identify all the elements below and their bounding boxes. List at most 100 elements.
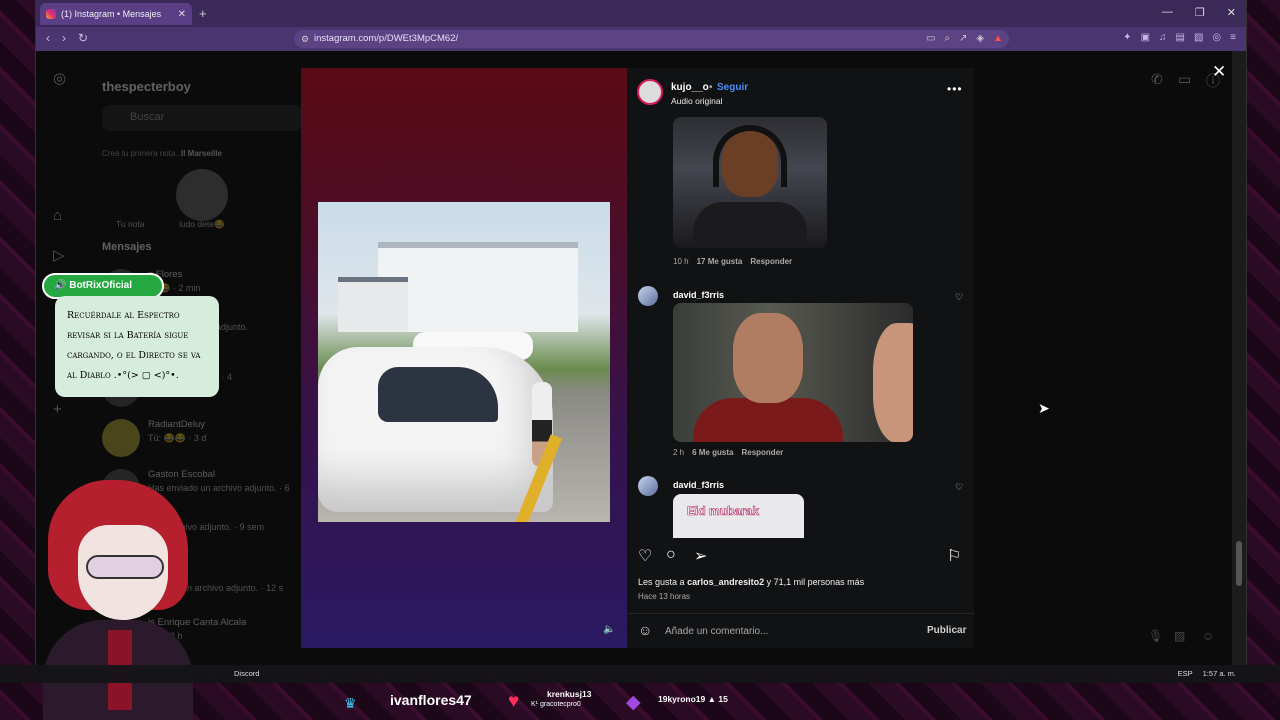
home-icon[interactable]: ⌂ [53, 207, 62, 224]
tab-close-icon[interactable]: ✕ [178, 9, 186, 20]
url-field[interactable]: ⚙ instagram.com/p/DWEt3MpCM62/ ▭ ⌕ ↗ ◈ ▲ [294, 30, 1009, 48]
separator-dot: • [709, 82, 713, 93]
post-side-panel: kujo__o • Seguir Audio original ••• 10 h… [627, 68, 974, 648]
heart-icon[interactable]: ♡ [638, 546, 652, 566]
note-friend: Il Marseille [181, 149, 222, 158]
comment-gif[interactable] [673, 117, 827, 248]
comment-like-icon[interactable]: ♡ [955, 292, 963, 303]
zoom-icon[interactable]: ⌕ [944, 30, 950, 48]
panel-icon[interactable]: ▤ [1176, 32, 1185, 43]
instagram-icon[interactable]: ◎ [53, 69, 66, 87]
phone-icon[interactable]: ✆ [1151, 71, 1163, 88]
gem-icon: ◆ [626, 692, 641, 713]
inbox-username[interactable]: thespecterboy [102, 79, 191, 94]
bookmark-icon[interactable]: ⚐ [947, 546, 961, 566]
audio-label[interactable]: Audio original [671, 96, 723, 106]
taskbar-discord[interactable]: Discord [234, 669, 259, 678]
scrollbar[interactable] [1232, 51, 1246, 665]
mute-icon[interactable]: 🔈 [603, 624, 615, 635]
comment-composer: ☺ Publicar [627, 613, 974, 648]
video-icon[interactable]: ▭ [1178, 71, 1191, 88]
new-tab-button[interactable]: + [199, 6, 207, 21]
instagram-favicon-icon [46, 9, 56, 19]
wallet-icon[interactable]: ▧ [1194, 32, 1203, 43]
title-bar: (1) Instagram • Mensajes ✕ + — ❐ ✕ [36, 0, 1246, 27]
video-frame[interactable] [318, 202, 610, 522]
reels-icon[interactable]: ▷ [53, 246, 65, 264]
post-media[interactable]: 🔈 [301, 68, 627, 648]
post-actions: ♡ ○ ➢ ⚐ [627, 546, 974, 572]
extensions-bar: ✦ ▣ ♫ ▤ ▧ ◎ ≡ [1123, 32, 1236, 43]
more-options-icon[interactable]: ••• [947, 82, 963, 96]
sticker-icon[interactable]: ☺ [1202, 629, 1214, 643]
comment-author[interactable]: david_f3rris [673, 480, 724, 490]
search-input[interactable]: Buscar [102, 105, 302, 131]
music-icon[interactable]: ♫ [1159, 32, 1167, 43]
browser-tab[interactable]: (1) Instagram • Mensajes ✕ [40, 3, 192, 25]
site-info-icon[interactable]: ⚙ [301, 30, 309, 48]
avatar[interactable] [638, 286, 658, 306]
emoji-icon[interactable]: ☺ [638, 622, 652, 638]
forward-icon[interactable]: › [62, 31, 66, 45]
shield-icon[interactable]: ◈ [976, 30, 984, 48]
avatar[interactable] [637, 79, 663, 105]
tray-clock[interactable]: 1:57 a. m. [1203, 669, 1236, 678]
reply-button[interactable]: Responder [750, 257, 792, 266]
comment-like-icon[interactable]: ♡ [955, 482, 963, 493]
sidebar-icon[interactable]: ▣ [1141, 32, 1150, 43]
share-icon[interactable]: ➢ [694, 546, 707, 566]
avatar[interactable] [176, 169, 228, 221]
url-actions: ▭ ⌕ ↗ ◈ ▲ [926, 30, 1003, 48]
friend-note-label: ludo dete😂 [179, 219, 225, 229]
publish-button[interactable]: Publicar [927, 625, 966, 636]
follow-button[interactable]: Seguir [717, 82, 748, 93]
tab-title: (1) Instagram • Mensajes [61, 9, 162, 19]
back-icon[interactable]: ‹ [46, 31, 50, 45]
system-tray: ESP 1:57 a. m. [1178, 669, 1236, 678]
stream-username: ivanflores47 [390, 692, 472, 708]
vpn-icon[interactable]: ◎ [1212, 32, 1221, 43]
note-self: Crea tu primera nota... [102, 149, 183, 158]
comment-meta: 2 h 6 Me gusta Responder [673, 448, 784, 457]
tray-language[interactable]: ESP [1178, 669, 1193, 678]
top-donor-sub: K¹ gracotecpro0 [531, 701, 581, 708]
taskbar: Discord ESP 1:57 a. m. [0, 665, 1280, 683]
puzzle-icon[interactable]: ✦ [1123, 32, 1131, 43]
comment-likes[interactable]: 6 Me gusta [692, 448, 733, 457]
comment-author[interactable]: david_f3rris [673, 290, 724, 300]
likes-summary[interactable]: Les gusta a carlos_andresito2 y 71,1 mil… [638, 577, 864, 587]
mic-icon[interactable]: 🎙 [1148, 629, 1163, 643]
nav-buttons: ‹ › ↻ [46, 31, 88, 45]
close-icon[interactable]: ✕ [1212, 62, 1226, 82]
reload-icon[interactable]: ↻ [78, 31, 88, 45]
kyro-counter: 19kyrono19 ▲ 15 [658, 694, 728, 704]
comment-icon[interactable]: ○ [666, 546, 676, 564]
window-controls: — ❐ ✕ [1162, 6, 1236, 19]
image-icon[interactable]: ▨ [1174, 629, 1185, 643]
gif-caption: Eid mubarak [687, 504, 760, 519]
heart-badge-icon: ♥ [508, 691, 520, 712]
comment-likes[interactable]: 17 Me gusta [697, 257, 743, 266]
top-donor: krenkusj13 [547, 689, 592, 699]
share-page-icon[interactable]: ↗ [959, 30, 967, 48]
tu-nota-label: Tu nota [116, 219, 145, 229]
stream-alert-bar: ♛ ivanflores47 ♥ krenkusj13 K¹ gracotecp… [0, 683, 1280, 720]
address-bar-row: ‹ › ↻ ⚙ instagram.com/p/DWEt3MpCM62/ ▭ ⌕… [36, 27, 1246, 51]
avatar[interactable] [638, 476, 658, 496]
comment-input[interactable] [665, 621, 915, 641]
alert-icon[interactable]: ▲ [993, 30, 1003, 48]
post-header: kujo__o • Seguir Audio original ••• [627, 68, 974, 114]
stream-stage: (1) Instagram • Mensajes ✕ + — ❐ ✕ ‹ › ↻… [0, 0, 1280, 720]
minimize-button[interactable]: — [1162, 6, 1173, 19]
comment-gif[interactable]: Eid mubarak [673, 494, 804, 538]
cast-icon[interactable]: ▭ [926, 30, 935, 48]
comment-gif[interactable] [673, 303, 913, 442]
list-item[interactable]: RadiantDeluy Tú: 😂😂 · 3 d [102, 419, 206, 457]
close-window-button[interactable]: ✕ [1227, 6, 1236, 19]
plus-icon[interactable]: + [53, 401, 62, 418]
maximize-button[interactable]: ❐ [1195, 6, 1205, 19]
author-name[interactable]: kujo__o [671, 82, 709, 93]
menu-icon[interactable]: ≡ [1230, 32, 1236, 43]
crown-icon: ♛ [344, 695, 357, 711]
reply-button[interactable]: Responder [741, 448, 783, 457]
